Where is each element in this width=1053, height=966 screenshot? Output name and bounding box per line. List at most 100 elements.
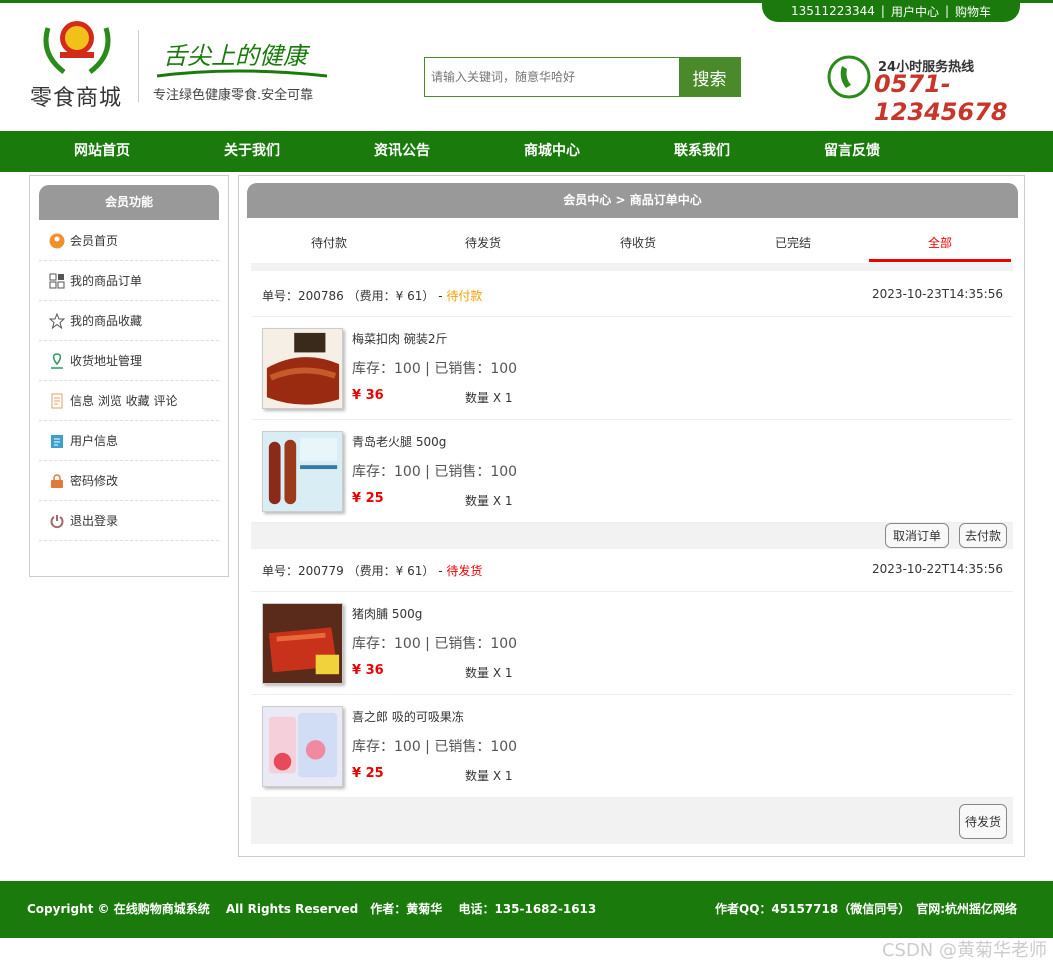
product-name[interactable]: 喜之郎 吸的可吸果冻 bbox=[352, 708, 464, 725]
cart-link[interactable]: 购物车 bbox=[955, 3, 991, 20]
tab-completed[interactable]: 已完结 bbox=[722, 226, 864, 262]
user-home-icon bbox=[49, 233, 65, 248]
order-number: 单号：200779 bbox=[262, 564, 344, 578]
tab-pending-receipt[interactable]: 待收货 bbox=[567, 226, 709, 262]
product-price: ¥ 36 bbox=[352, 663, 384, 678]
sidebar-item-favorites[interactable]: 我的商品收藏 bbox=[39, 301, 219, 341]
product-name[interactable]: 梅菜扣肉 碗装2斤 bbox=[352, 330, 447, 347]
tab-pending-payment[interactable]: 待付款 bbox=[258, 226, 400, 262]
order-item: 猪肉脯 500g 库存：100 | 已销售：100 ¥ 36 数量 X 1 bbox=[251, 592, 1013, 695]
product-stock: 库存：100 | 已销售：100 bbox=[352, 361, 518, 377]
order-status: 待付款 bbox=[446, 289, 483, 303]
product-quantity: 数量 X 1 bbox=[465, 769, 513, 783]
order-dash: - bbox=[438, 289, 443, 303]
sidebar-item-label: 会员首页 bbox=[70, 234, 119, 248]
order-number: 单号：200786 bbox=[262, 289, 344, 303]
order-time: 2023-10-22T14:35:56 bbox=[872, 562, 1003, 576]
footer-copyright: Copyright © 在线购物商城系统 All Rights Reserved… bbox=[27, 902, 597, 916]
sidebar-item-info[interactable]: 信息 浏览 收藏 评论 bbox=[39, 381, 219, 421]
product-price: ¥ 25 bbox=[352, 491, 384, 506]
product-price: ¥ 36 bbox=[352, 388, 384, 403]
order-info: 单号：200786 （费用：¥ 61） - 待付款 bbox=[262, 287, 482, 304]
lock-icon bbox=[51, 473, 63, 488]
product-stock: 库存：100 | 已销售：100 bbox=[352, 739, 518, 755]
search-input[interactable] bbox=[425, 58, 679, 96]
product-image[interactable] bbox=[262, 706, 343, 787]
order-fee: （费用：¥ 61） bbox=[347, 289, 435, 303]
main-nav: 网站首页 关于我们 资讯公告 商城中心 联系我们 留言反馈 bbox=[0, 131, 1053, 172]
sidebar-item-label: 用户信息 bbox=[70, 434, 119, 448]
order-time: 2023-10-23T14:35:56 bbox=[872, 287, 1003, 301]
top-links-bar: 13511223344 | 用户中心 | 购物车 bbox=[762, 0, 1020, 22]
product-name[interactable]: 青岛老火腿 500g bbox=[352, 433, 446, 450]
breadcrumb: 会员中心 > 商品订单中心 bbox=[247, 183, 1018, 218]
slogan-script-logo: 舌尖上的健康 bbox=[156, 42, 328, 78]
nav-news[interactable]: 资讯公告 bbox=[332, 131, 472, 172]
sidebar-item-label: 退出登录 bbox=[70, 514, 119, 528]
power-icon bbox=[50, 514, 64, 528]
top-sep: | bbox=[880, 4, 885, 18]
sidebar-item-label: 收货地址管理 bbox=[70, 354, 143, 368]
hotline-number: 0571-12345678 bbox=[874, 70, 1008, 126]
sidebar-item-logout[interactable]: 退出登录 bbox=[39, 501, 219, 541]
order-info: 单号：200779 （费用：¥ 61） - 待发货 bbox=[262, 562, 482, 579]
star-icon bbox=[49, 312, 65, 329]
product-name[interactable]: 猪肉脯 500g bbox=[352, 605, 422, 622]
sidebar-item-address[interactable]: 收货地址管理 bbox=[39, 341, 219, 381]
user-center-link[interactable]: 用户中心 bbox=[891, 3, 939, 20]
slogan-script-text: 舌尖上的健康 bbox=[163, 42, 311, 70]
watermark: CSDN @黄菊华老师 bbox=[881, 940, 1047, 961]
top-phone: 13511223344 bbox=[790, 4, 875, 18]
product-price: ¥ 25 bbox=[352, 766, 384, 781]
order-center-panel: 会员中心 > 商品订单中心 待付款 待发货 待收货 已完结 全部 单号：2007… bbox=[238, 175, 1025, 857]
sidebar-item-label: 密码修改 bbox=[70, 474, 119, 488]
location-icon bbox=[51, 352, 63, 369]
order-header: 单号：200786 （费用：¥ 61） - 待付款 2023-10-23T14:… bbox=[251, 271, 1013, 317]
sidebar-item-password[interactable]: 密码修改 bbox=[39, 461, 219, 501]
order-actions-bar: 待发货 bbox=[251, 798, 1013, 844]
clipboard-icon bbox=[51, 434, 63, 448]
tab-all[interactable]: 全部 bbox=[869, 226, 1011, 262]
sidebar-item-label: 信息 浏览 收藏 评论 bbox=[70, 394, 178, 408]
nav-contact[interactable]: 联系我们 bbox=[632, 131, 772, 172]
document-icon bbox=[51, 393, 63, 408]
nav-home[interactable]: 网站首页 bbox=[32, 131, 172, 172]
search-button[interactable]: 搜索 bbox=[679, 58, 740, 96]
nav-mall[interactable]: 商城中心 bbox=[482, 131, 622, 172]
slogan-subtitle: 专注绿色健康零食.安全可靠 bbox=[153, 88, 314, 103]
product-quantity: 数量 X 1 bbox=[465, 666, 513, 680]
sidebar-item-orders[interactable]: 我的商品订单 bbox=[39, 261, 219, 301]
product-quantity: 数量 X 1 bbox=[465, 494, 513, 508]
product-stock: 库存：100 | 已销售：100 bbox=[352, 464, 518, 480]
nav-about[interactable]: 关于我们 bbox=[182, 131, 322, 172]
order-header: 单号：200779 （费用：¥ 61） - 待发货 2023-10-22T14:… bbox=[251, 546, 1013, 592]
phone-icon bbox=[827, 55, 871, 99]
order-item: 梅菜扣肉 碗装2斤 库存：100 | 已销售：100 ¥ 36 数量 X 1 bbox=[251, 317, 1013, 420]
logo-emblem-icon bbox=[43, 21, 111, 74]
order-status: 待发货 bbox=[446, 564, 483, 578]
order-fee: （费用：¥ 61） bbox=[347, 564, 435, 578]
cancel-order-button[interactable]: 取消订单 bbox=[885, 523, 949, 548]
footer-contact: 作者QQ：45157718（微信同号） 官网:杭州摇亿网络 bbox=[715, 902, 1017, 916]
logo-text: 零食商城 bbox=[30, 86, 123, 111]
order-tabs: 待付款 待发货 待收货 已完结 全部 bbox=[247, 226, 1018, 262]
header-divider bbox=[138, 30, 139, 102]
sidebar-item-member-home[interactable]: 会员首页 bbox=[39, 221, 219, 261]
footer: Copyright © 在线购物商城系统 All Rights Reserved… bbox=[0, 881, 1053, 938]
pay-button[interactable]: 去付款 bbox=[959, 523, 1007, 548]
product-image[interactable] bbox=[262, 431, 343, 512]
gray-spacer bbox=[251, 263, 1013, 271]
top-sep: | bbox=[944, 4, 950, 18]
sidebar-title: 会员功能 bbox=[39, 185, 219, 220]
member-sidebar: 会员功能 会员首页 我的商品订单 我的商品收藏 收货地址管理 信息 浏览 收藏 … bbox=[29, 175, 229, 577]
pending-shipment-button[interactable]: 待发货 bbox=[959, 804, 1007, 839]
product-image[interactable] bbox=[262, 328, 343, 409]
tab-pending-shipment[interactable]: 待发货 bbox=[412, 226, 554, 262]
sidebar-item-user-info[interactable]: 用户信息 bbox=[39, 421, 219, 461]
product-quantity: 数量 X 1 bbox=[465, 391, 513, 405]
order-item: 青岛老火腿 500g 库存：100 | 已销售：100 ¥ 25 数量 X 1 bbox=[251, 420, 1013, 523]
order-item: 喜之郎 吸的可吸果冻 库存：100 | 已销售：100 ¥ 25 数量 X 1 bbox=[251, 695, 1013, 798]
nav-feedback[interactable]: 留言反馈 bbox=[782, 131, 922, 172]
product-stock: 库存：100 | 已销售：100 bbox=[352, 636, 518, 652]
product-image[interactable] bbox=[262, 603, 343, 684]
